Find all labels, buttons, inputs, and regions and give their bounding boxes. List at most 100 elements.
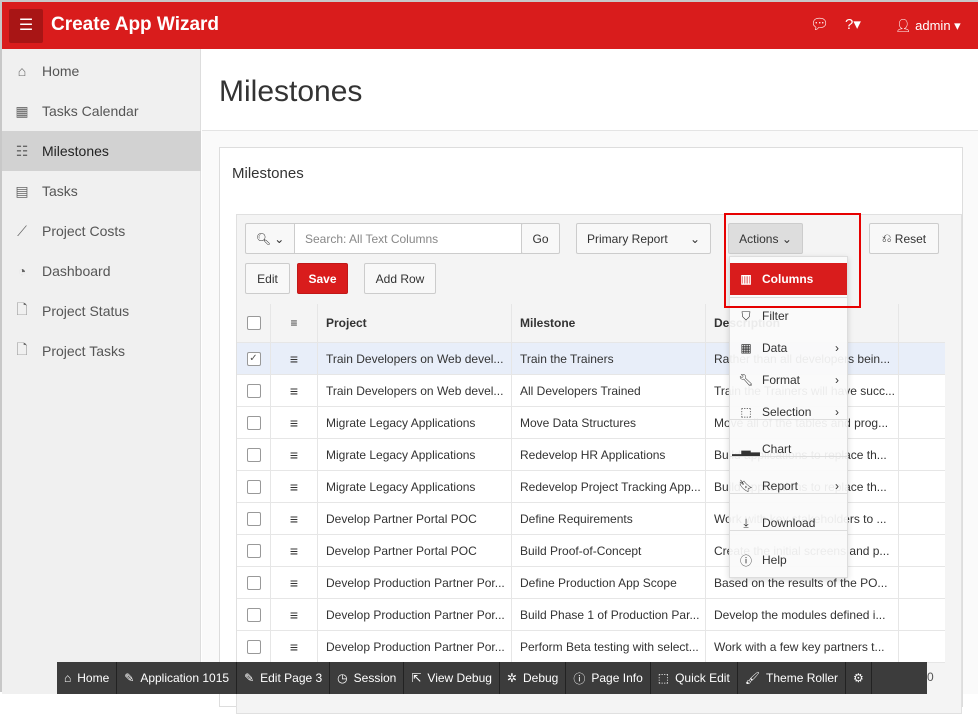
dev-toolbar-theme-roller[interactable]: 🖌︎ Theme Roller — [738, 662, 847, 694]
report-select[interactable]: Primary Report ⌄ — [576, 223, 711, 254]
row-actions-icon[interactable]: ≡ — [271, 631, 318, 662]
cell-project[interactable]: Develop Production Partner Por... — [318, 599, 512, 630]
row-actions-icon[interactable]: ≡ — [271, 567, 318, 598]
row-checkbox[interactable] — [246, 511, 261, 526]
sidebar-item-dashboard[interactable]: ◔ Dashboard — [2, 251, 201, 291]
cell-project[interactable]: Develop Production Partner Por... — [318, 567, 512, 598]
row-actions-icon[interactable]: ≡ — [271, 407, 318, 438]
feedback-icon[interactable]: 💬︎ — [810, 15, 829, 33]
cell-project[interactable]: Migrate Legacy Applications — [318, 439, 512, 470]
row-select-cell[interactable]: ✓ — [237, 343, 271, 374]
menu-item-format[interactable]: 🔧︎ Format › — [730, 364, 847, 396]
main-content: Milestones Milestones 🔍︎ ⌄ Search: All T… — [202, 49, 978, 714]
dev-toolbar-settings[interactable]: ⚙ — [846, 662, 872, 694]
cell-description[interactable]: Develop the modules defined i... — [706, 599, 899, 630]
row-actions-icon[interactable]: ≡ — [271, 599, 318, 630]
dev-toolbar-debug[interactable]: ✲ Debug — [500, 662, 567, 694]
save-button[interactable]: Save — [297, 263, 348, 294]
cell-milestone[interactable]: Move Data Structures — [512, 407, 706, 438]
cell-milestone[interactable]: Build Phase 1 of Production Par... — [512, 599, 706, 630]
chart-icon: ▁▃▂ — [732, 442, 760, 456]
row-checkbox[interactable]: ✓ — [246, 351, 261, 366]
select-all-cell[interactable] — [237, 304, 271, 342]
cell-milestone[interactable]: Redevelop HR Applications — [512, 439, 706, 470]
row-actions-icon[interactable]: ≡ — [271, 471, 318, 502]
row-checkbox[interactable] — [246, 575, 261, 590]
row-actions-icon[interactable]: ≡ — [271, 535, 318, 566]
reset-button[interactable]: ⎌ Reset — [869, 223, 939, 254]
dev-toolbar-home[interactable]: ⌂ Home — [57, 662, 118, 694]
row-select-cell[interactable] — [237, 439, 271, 470]
dev-toolbar-view-debug[interactable]: ⇱ View Debug — [404, 662, 500, 694]
app-title[interactable]: Create App Wizard — [51, 14, 219, 36]
dev-toolbar-edit-page-3[interactable]: ✎ Edit Page 3 — [237, 662, 331, 694]
cell-milestone[interactable]: Define Requirements — [512, 503, 706, 534]
row-actions-icon[interactable]: ≡ — [271, 503, 318, 534]
column-header-milestone[interactable]: Milestone — [512, 304, 706, 342]
row-checkbox[interactable] — [246, 383, 261, 398]
cell-description[interactable]: Work with a few key partners t... — [706, 631, 899, 662]
menu-item-help[interactable]: ⓘ Help — [730, 544, 847, 576]
menu-toggle-button[interactable]: ☰ — [9, 9, 43, 43]
search-column-button[interactable]: 🔍︎ ⌄ — [245, 223, 295, 254]
row-select-cell[interactable] — [237, 471, 271, 502]
dev-toolbar-page-info[interactable]: ⓘ Page Info — [566, 662, 651, 694]
row-select-cell[interactable] — [237, 567, 271, 598]
sidebar-item-milestones[interactable]: ☷ Milestones — [2, 131, 201, 171]
row-checkbox[interactable] — [246, 543, 261, 558]
menu-item-selection[interactable]: ⬚ Selection › — [730, 396, 847, 428]
row-actions-icon[interactable]: ≡ — [271, 343, 318, 374]
cell-milestone[interactable]: Redevelop Project Tracking App... — [512, 471, 706, 502]
cell-project[interactable]: Train Developers on Web devel... — [318, 343, 512, 374]
select-all-checkbox[interactable] — [246, 316, 261, 330]
row-checkbox[interactable] — [246, 479, 261, 494]
sidebar-item-project-costs[interactable]: ⟋ Project Costs — [2, 211, 201, 251]
sidebar-item-project-status[interactable]: 🗋︎ Project Status — [2, 291, 201, 331]
help-menu-button[interactable]: ?▾ — [845, 15, 861, 33]
cell-project[interactable]: Migrate Legacy Applications — [318, 407, 512, 438]
dev-toolbar-application-1015[interactable]: ✎ Application 1015 — [117, 662, 238, 694]
menu-item-report[interactable]: 🔖︎ Report › — [730, 470, 847, 502]
menu-item-chart[interactable]: ▁▃▂ Chart — [730, 433, 847, 465]
search-input[interactable]: Search: All Text Columns — [294, 223, 522, 254]
row-actions-icon[interactable]: ≡ — [271, 439, 318, 470]
edit-button[interactable]: Edit — [245, 263, 290, 294]
add-row-button[interactable]: Add Row — [364, 263, 436, 294]
table-row[interactable]: ≡ Develop Production Partner Por... Buil… — [237, 599, 945, 631]
cell-project[interactable]: Migrate Legacy Applications — [318, 471, 512, 502]
cell-milestone[interactable]: Define Production App Scope — [512, 567, 706, 598]
row-actions-icon[interactable]: ≡ — [271, 375, 318, 406]
cell-milestone[interactable]: Perform Beta testing with select... — [512, 631, 706, 662]
sidebar-item-home[interactable]: ⌂ Home — [2, 51, 201, 91]
row-checkbox[interactable] — [246, 415, 261, 430]
user-menu-button[interactable]: 👤︎ admin ▾ — [895, 18, 961, 34]
row-checkbox[interactable] — [246, 607, 261, 622]
cell-project[interactable]: Develop Partner Portal POC — [318, 503, 512, 534]
cell-milestone[interactable]: All Developers Trained — [512, 375, 706, 406]
row-select-cell[interactable] — [237, 375, 271, 406]
cell-milestone[interactable]: Train the Trainers — [512, 343, 706, 374]
dev-label: View Debug — [427, 671, 492, 685]
menu-item-download[interactable]: ⤓ Download — [730, 507, 847, 539]
row-select-cell[interactable] — [237, 535, 271, 566]
row-checkbox[interactable] — [246, 447, 261, 462]
menu-item-data[interactable]: ▦ Data › — [730, 332, 847, 364]
cell-project[interactable]: Train Developers on Web devel... — [318, 375, 512, 406]
row-select-cell[interactable] — [237, 407, 271, 438]
dev-toolbar-quick-edit[interactable]: ⬚ Quick Edit — [651, 662, 738, 694]
cell-project[interactable]: Develop Production Partner Por... — [318, 631, 512, 662]
cell-project[interactable]: Develop Partner Portal POC — [318, 535, 512, 566]
row-select-cell[interactable] — [237, 631, 271, 662]
go-button[interactable]: Go — [521, 223, 560, 254]
dev-toolbar-session[interactable]: ◷ Session — [330, 662, 405, 694]
row-select-cell[interactable] — [237, 503, 271, 534]
cell-milestone[interactable]: Build Proof-of-Concept — [512, 535, 706, 566]
column-header-project[interactable]: Project — [318, 304, 512, 342]
sidebar-item-project-tasks[interactable]: 🗋︎ Project Tasks — [2, 331, 201, 371]
sidebar-item-tasks-calendar[interactable]: ▦ Tasks Calendar — [2, 91, 201, 131]
sidebar-item-tasks[interactable]: ▤ Tasks — [2, 171, 201, 211]
table-row[interactable]: ≡ Develop Production Partner Por... Perf… — [237, 631, 945, 663]
dev-label: Edit Page 3 — [260, 671, 323, 685]
row-checkbox[interactable] — [246, 639, 261, 654]
row-select-cell[interactable] — [237, 599, 271, 630]
